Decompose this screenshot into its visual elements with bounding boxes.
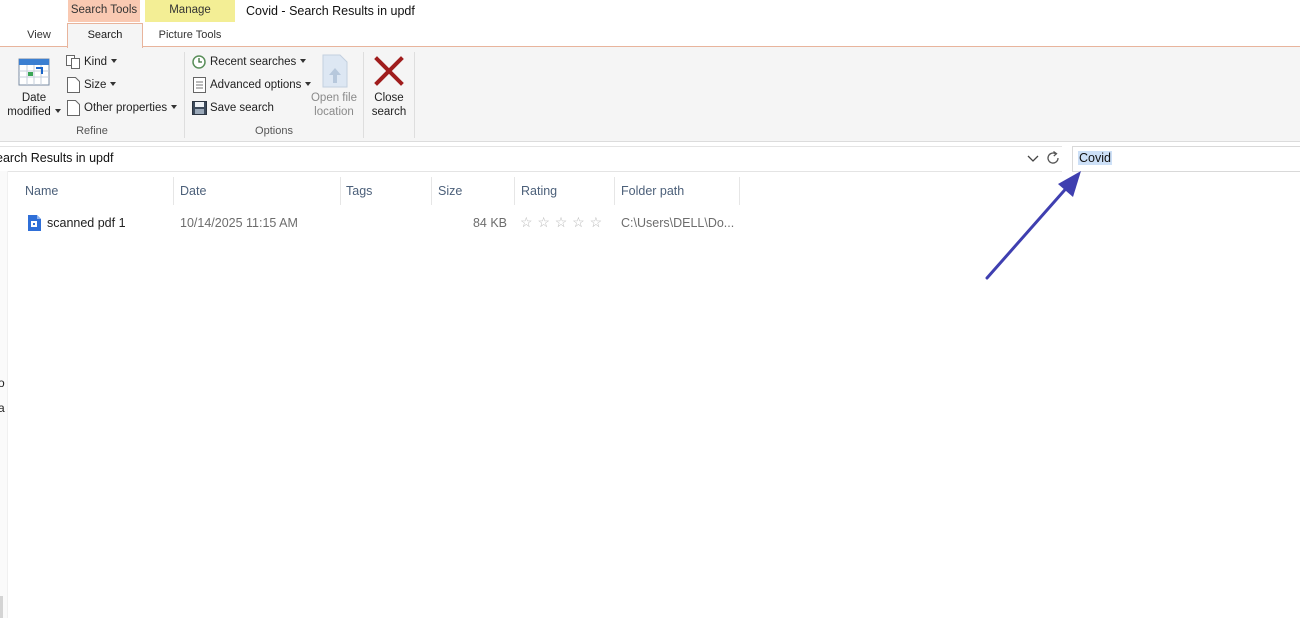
- star-icon[interactable]: ☆: [537, 214, 554, 231]
- file-folder-path: C:\Users\DELL\Do...: [621, 216, 735, 230]
- column-divider[interactable]: [739, 177, 740, 205]
- tab-picture-tools[interactable]: Picture Tools: [145, 24, 235, 46]
- star-icon[interactable]: ☆: [520, 214, 537, 231]
- kind-icon: [66, 55, 80, 69]
- date-modified-label-2: modified: [7, 106, 51, 118]
- chevron-down-icon: [171, 105, 178, 109]
- other-properties-button[interactable]: Other properties: [66, 98, 182, 118]
- chevron-down-icon: [111, 59, 118, 63]
- chevron-down-icon: [54, 109, 61, 113]
- context-tab-search-tools: Search Tools: [68, 0, 140, 22]
- date-modified-button[interactable]: Date modified: [4, 52, 64, 122]
- group-divider: [363, 52, 364, 138]
- address-path: earch Results in updf: [0, 151, 114, 165]
- nav-pane-truncated-text: a: [0, 401, 5, 415]
- advanced-options-button[interactable]: Advanced options: [192, 75, 312, 95]
- address-bar[interactable]: earch Results in updf: [0, 146, 1062, 172]
- advanced-options-icon: [193, 77, 206, 93]
- column-header-rating[interactable]: Rating: [521, 184, 557, 200]
- close-search-button[interactable]: Close search: [366, 52, 412, 122]
- tab-search[interactable]: Search: [67, 23, 143, 48]
- context-tab-manage: Manage: [145, 0, 235, 22]
- recent-searches-label: Recent searches: [210, 56, 297, 68]
- file-date: 10/14/2025 11:15 AM: [180, 216, 298, 230]
- column-divider[interactable]: [173, 177, 174, 205]
- star-icon[interactable]: ☆: [590, 214, 607, 231]
- size-label: Size: [84, 79, 107, 91]
- other-properties-label: Other properties: [84, 102, 168, 114]
- column-header-name[interactable]: Name: [25, 184, 58, 200]
- calendar-icon: [18, 58, 50, 86]
- close-search-label-2: search: [371, 106, 407, 118]
- date-modified-label-1: Date: [21, 92, 47, 104]
- chevron-down-icon: [300, 59, 307, 63]
- save-search-button[interactable]: Save search: [192, 98, 274, 118]
- star-icon[interactable]: ☆: [572, 214, 589, 231]
- close-icon: [374, 56, 404, 86]
- size-button[interactable]: Size: [66, 75, 126, 95]
- file-name[interactable]: scanned pdf 1: [47, 216, 126, 230]
- file-rating[interactable]: ☆ ☆ ☆ ☆ ☆: [520, 214, 607, 231]
- file-size: 84 KB: [472, 216, 507, 230]
- open-file-location-button[interactable]: Open file location: [308, 52, 360, 122]
- column-divider[interactable]: [514, 177, 515, 205]
- refine-group-label: Refine: [76, 125, 108, 137]
- tab-view[interactable]: View: [16, 24, 62, 46]
- chevron-down-icon: [110, 82, 117, 86]
- column-divider[interactable]: [431, 177, 432, 205]
- refresh-icon[interactable]: [1044, 149, 1062, 167]
- options-group-label: Options: [255, 125, 293, 137]
- column-header-date[interactable]: Date: [180, 184, 206, 200]
- open-file-location-label-2: location: [314, 106, 354, 118]
- star-icon[interactable]: ☆: [555, 214, 572, 231]
- scrollbar[interactable]: [0, 596, 3, 618]
- close-search-label-1: Close: [374, 92, 404, 104]
- recent-searches-icon: [192, 55, 206, 69]
- advanced-options-label: Advanced options: [210, 79, 302, 91]
- properties-icon: [67, 100, 80, 116]
- column-header-size[interactable]: Size: [438, 184, 462, 200]
- open-location-icon: [322, 54, 348, 88]
- nav-pane-truncated-text: o: [0, 376, 5, 390]
- kind-button[interactable]: Kind: [66, 52, 126, 72]
- column-divider[interactable]: [614, 177, 615, 205]
- save-icon: [192, 101, 207, 115]
- save-search-label: Save search: [210, 102, 274, 114]
- recent-searches-button[interactable]: Recent searches: [192, 52, 307, 72]
- group-divider: [414, 52, 415, 138]
- ribbon-tab-divider: [0, 46, 1300, 47]
- pdf-file-icon: [28, 215, 41, 231]
- search-input[interactable]: Covid: [1072, 146, 1300, 172]
- search-input-value: Covid: [1078, 151, 1112, 165]
- kind-label: Kind: [84, 56, 108, 68]
- open-file-location-label-1: Open file: [310, 92, 358, 104]
- column-divider[interactable]: [340, 177, 341, 205]
- column-header-tags[interactable]: Tags: [346, 184, 372, 200]
- navigation-pane-edge: [0, 171, 8, 618]
- column-header-folder-path[interactable]: Folder path: [621, 184, 684, 200]
- arrow-annotation: [985, 171, 1081, 280]
- window-title: Covid - Search Results in updf: [246, 4, 415, 18]
- chevron-down-icon[interactable]: [1026, 152, 1040, 166]
- size-icon: [67, 77, 80, 93]
